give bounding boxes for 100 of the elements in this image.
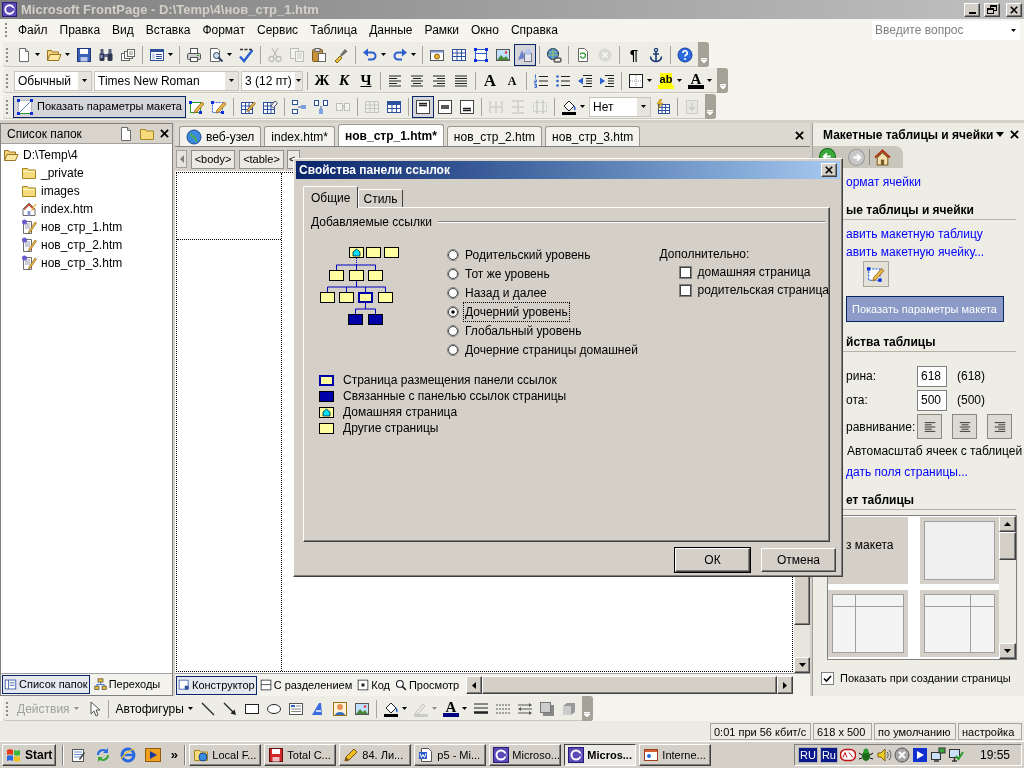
font-color-button[interactable]: A <box>685 69 715 92</box>
font-color-button[interactable]: A <box>439 697 470 720</box>
tray-button[interactable] <box>893 747 910 763</box>
document-tab[interactable]: нов_стр_1.htm* <box>338 124 444 146</box>
drawing-button[interactable] <box>514 43 536 66</box>
taskbar-button[interactable]: 84. Ли... <box>339 744 412 766</box>
menu-item[interactable]: Сервис <box>251 20 305 40</box>
menu-item[interactable]: Данные <box>363 20 419 40</box>
home-button[interactable] <box>874 148 891 166</box>
close-document-button[interactable] <box>795 131 804 140</box>
layout-template-tile[interactable] <box>919 517 1000 584</box>
tree-item[interactable]: images <box>21 182 80 200</box>
style-dropdown[interactable]: Обычный <box>14 70 92 91</box>
align-left-button[interactable] <box>917 414 942 439</box>
tree-item[interactable]: index.htm <box>21 200 94 218</box>
tree-item[interactable]: D:\Temp\4 <box>3 146 78 164</box>
taskbar-button[interactable]: Micros... <box>564 744 637 766</box>
align-top-button[interactable] <box>411 95 434 118</box>
close-dialog-button[interactable] <box>821 163 837 177</box>
align-right-button[interactable] <box>987 414 1012 439</box>
option-checkbox[interactable]: родительская страница <box>678 281 829 299</box>
menu-item[interactable]: Файл <box>12 20 54 40</box>
tree-item[interactable]: нов_стр_2.htm <box>21 236 123 254</box>
taskbar-button[interactable]: Interne... <box>639 744 712 766</box>
tray-button[interactable] <box>911 747 928 763</box>
task-link[interactable]: авить макетную ячейку... <box>846 245 985 259</box>
taskbar-button[interactable]: Microso... <box>489 744 562 766</box>
gallery-scrollbar[interactable] <box>999 516 1016 659</box>
align-center-button[interactable] <box>952 414 977 439</box>
font-size-dropdown[interactable]: 3 (12 пт) <box>241 70 303 91</box>
taskbar-button[interactable]: Local F... <box>189 744 262 766</box>
menu-item[interactable]: Таблица <box>304 20 364 40</box>
minimize-button[interactable] <box>964 2 980 17</box>
width-field[interactable]: 618 <box>917 365 947 387</box>
grow-font-button[interactable]: A <box>479 69 501 92</box>
page-margins-link[interactable]: дать поля страницы... <box>846 465 968 479</box>
font-dropdown[interactable]: Times New Roman <box>94 70 239 91</box>
panel-tab[interactable]: Переходы <box>91 675 163 694</box>
shrink-font-button[interactable]: A <box>501 69 523 92</box>
cell-color-dropdown[interactable]: Нет <box>588 96 651 117</box>
tray-button[interactable] <box>947 747 964 763</box>
draw-layout-cell-button[interactable] <box>863 261 889 287</box>
tray-button[interactable] <box>839 747 856 763</box>
cell-formatting-link[interactable]: ормат ячейки <box>846 175 921 189</box>
taskbar-button[interactable]: p5 - Mi... <box>414 744 487 766</box>
document-tab[interactable]: нов_стр_2.htm <box>446 126 543 146</box>
scroll-down-button[interactable] <box>794 657 810 673</box>
start-button[interactable]: Start <box>2 744 57 766</box>
level-option[interactable]: Родительский уровень <box>447 245 592 264</box>
dialog-button[interactable]: ОК <box>675 548 750 572</box>
scroll-right-button[interactable] <box>777 676 793 694</box>
show-layout-button[interactable]: Показать параметры макета <box>13 95 186 118</box>
close-pane-button[interactable] <box>1010 130 1020 139</box>
task-link[interactable]: авить макетную таблицу <box>846 227 983 241</box>
menu-item[interactable]: Рамки <box>418 20 466 40</box>
menu-item[interactable]: Окно <box>465 20 505 40</box>
layout-template-tile[interactable] <box>919 590 1000 657</box>
close-window-button[interactable] <box>1006 2 1022 17</box>
level-option[interactable]: Дочерние страницы домашней <box>447 340 639 359</box>
close-panel-button[interactable] <box>160 129 169 138</box>
back-button[interactable] <box>819 148 836 158</box>
dialog-tab[interactable]: Общие <box>303 186 359 208</box>
language-indicator[interactable]: Ru <box>819 747 838 763</box>
scroll-down-button[interactable] <box>999 643 1016 659</box>
more-button[interactable]: » <box>167 744 182 766</box>
view-tab[interactable]: Код <box>355 675 392 695</box>
panel-tab[interactable]: Список папок <box>2 675 90 694</box>
level-option[interactable]: Тот же уровень <box>447 264 551 283</box>
italic-button[interactable]: К <box>333 69 355 92</box>
level-option[interactable]: Назад и далее <box>447 283 548 302</box>
menu-item[interactable]: Вставка <box>139 20 197 40</box>
menu-item[interactable]: Правка <box>53 20 107 40</box>
tray-button[interactable] <box>857 747 874 763</box>
task-pane-title[interactable]: Макетные таблицы и ячейки <box>823 125 994 144</box>
dialog-tab[interactable]: Стиль <box>358 189 403 207</box>
menu-item[interactable]: Формат <box>196 20 252 40</box>
help-search-field[interactable]: Введите вопрос <box>872 20 1020 40</box>
bold-button[interactable]: Ж <box>311 69 333 92</box>
show-formatting-button[interactable]: ¶ <box>623 43 645 66</box>
document-tab[interactable]: index.htm* <box>264 126 335 146</box>
scroll-up-button[interactable] <box>999 516 1016 532</box>
scrollbar-thumb[interactable] <box>999 532 1016 560</box>
tray-button[interactable] <box>929 747 946 763</box>
taskbar-button[interactable]: Total C... <box>264 744 337 766</box>
tree-item[interactable]: _private <box>21 164 84 182</box>
document-tab[interactable]: нов_стр_3.htm <box>545 126 641 146</box>
show-on-create-checkbox[interactable]: Показать при создании страницы <box>821 670 1011 687</box>
tag-breadcrumb[interactable]: <table> <box>239 149 284 169</box>
height-field[interactable]: 500 <box>917 389 947 411</box>
menu-item[interactable]: Вид <box>106 20 140 40</box>
autoshapes-menu-button[interactable]: Автофигуры <box>111 697 197 720</box>
underline-button[interactable]: Ч <box>355 69 377 92</box>
forward-button[interactable] <box>848 148 865 166</box>
level-option[interactable]: Глобальный уровень <box>447 321 583 340</box>
new-page-button[interactable] <box>118 125 134 142</box>
view-tab[interactable]: Конструктор <box>176 675 257 695</box>
layout-template-tile[interactable] <box>828 590 908 657</box>
view-tab[interactable]: Просмотр <box>392 675 462 695</box>
option-checkbox[interactable]: домашняя страница <box>678 263 811 281</box>
document-tab[interactable]: веб-узел <box>179 126 262 146</box>
